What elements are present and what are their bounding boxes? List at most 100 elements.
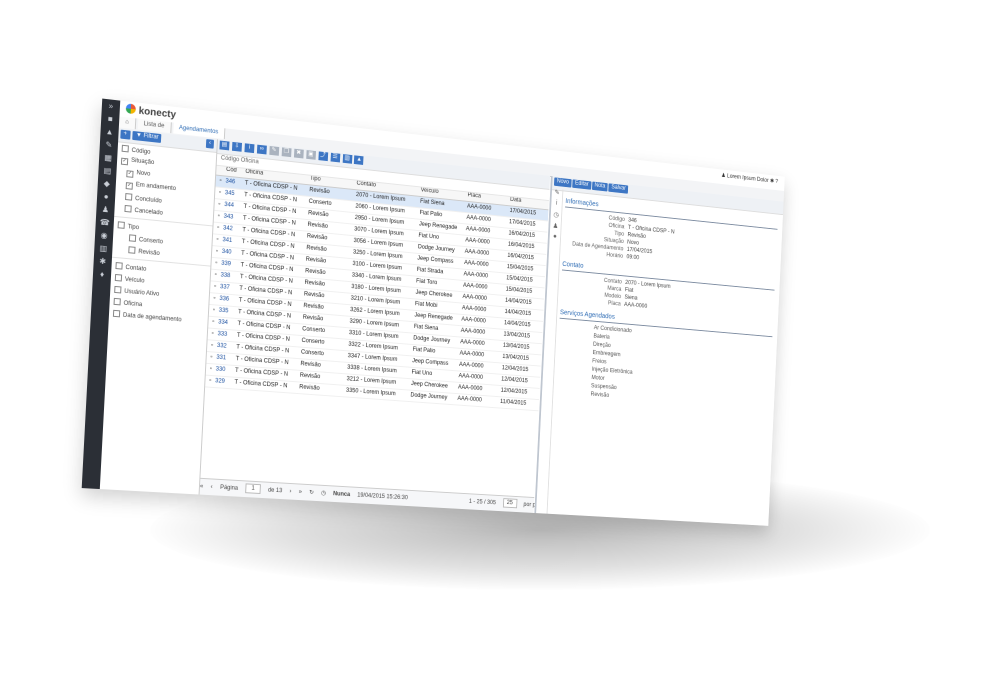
logo-icon — [125, 103, 137, 115]
pin-icon[interactable]: ♦ — [93, 267, 112, 282]
filter-item-label: Conserto — [138, 237, 164, 246]
table-cell: 338 — [220, 272, 231, 280]
row-checkbox[interactable]: ▫ — [210, 281, 220, 293]
grid-body: ▫ 346 T - Oficina CDSP - N Revisão2070 - Lo… — [205, 175, 549, 412]
checkbox[interactable] — [114, 285, 122, 294]
collapse-panel-button[interactable]: ‹ — [205, 139, 215, 149]
detail-panel: Novo Editar Nota Salvar ✎ i ◷ ♟ ● Informaçõ… — [534, 176, 784, 526]
export-icon[interactable]: ⇩ — [231, 141, 242, 152]
print-icon[interactable]: ▣ — [305, 150, 316, 160]
prev-page-button[interactable]: ‹ — [210, 484, 212, 490]
filter-item-label: Em andamento — [135, 182, 177, 193]
row-checkbox[interactable]: ▫ — [212, 234, 222, 246]
field-value: 09:00 — [626, 254, 640, 262]
next-page-button[interactable]: › — [289, 489, 291, 495]
table-cell: 341 — [222, 237, 233, 244]
home-tab-icon[interactable]: ⌂ — [118, 116, 136, 130]
checkbox[interactable] — [117, 221, 125, 229]
per-page-select[interactable]: 25 — [502, 498, 518, 509]
row-checkbox[interactable]: ▫ — [216, 176, 226, 188]
table-cell: 333 — [217, 331, 228, 338]
detail-toolbar-button[interactable]: Novo — [553, 177, 572, 188]
checkbox[interactable]: ✓ — [120, 157, 129, 166]
detail-toolbar-button[interactable]: Salvar — [608, 183, 629, 194]
row-checkbox[interactable]: ▫ — [213, 223, 223, 235]
comment-icon[interactable]: ● — [549, 233, 560, 245]
page-input[interactable]: 1 — [245, 483, 261, 495]
detail-toolbar-button[interactable]: Editar — [572, 179, 592, 190]
table-cell: 337 — [219, 284, 230, 291]
filter-list: Código ✓ Situação ✓ Novo ✓ Em andamento Concluí… — [109, 142, 217, 327]
delete-icon[interactable]: ✖ — [293, 148, 304, 159]
row-checkbox[interactable]: ▫ — [207, 340, 217, 352]
table-cell: 11/04/2015 — [499, 399, 527, 407]
auto-refresh-select[interactable]: Nunca — [333, 491, 350, 498]
edit-icon[interactable]: ✎ — [269, 146, 280, 156]
checkbox[interactable] — [113, 297, 121, 306]
first-page-button[interactable]: « — [200, 484, 204, 490]
row-checkbox[interactable]: ▫ — [206, 364, 216, 376]
add-button[interactable]: + — [120, 129, 131, 140]
records-grid: ▤ ⇩ i ∞ ✎ ❐ ✖ ▣ ⤴ ☰ ▥ ▲ Código Oficina C… — [199, 139, 551, 513]
checkbox[interactable] — [125, 193, 133, 201]
columns-icon[interactable]: ▥ — [342, 154, 352, 164]
checkbox[interactable] — [128, 246, 136, 254]
checkbox[interactable]: ✓ — [126, 170, 134, 178]
link-icon[interactable]: ∞ — [256, 144, 267, 155]
column-header[interactable]: Cód — [226, 167, 246, 175]
filter-item-label: Tipo — [127, 224, 140, 232]
row-checkbox[interactable]: ▫ — [209, 293, 219, 305]
chart-view-icon[interactable]: ▲ — [354, 155, 364, 166]
row-checkbox[interactable]: ▫ — [214, 211, 224, 223]
filter-panel: + ▼ Filtrar ‹ Código ✓ Situação ✓ Novo ✓ Em an… — [99, 128, 218, 495]
checkbox[interactable] — [115, 262, 123, 270]
list-view-icon[interactable]: ▤ — [219, 140, 230, 151]
row-checkbox[interactable]: ▫ — [206, 352, 216, 364]
info-icon[interactable]: i — [244, 143, 255, 154]
table-cell: Revisão — [299, 384, 320, 392]
funnel-icon: ▼ — [135, 132, 142, 139]
user-icon: ♟ — [721, 173, 726, 179]
table-cell: 332 — [216, 342, 227, 350]
share-icon[interactable]: ⤴ — [318, 151, 328, 162]
checkbox[interactable] — [112, 309, 121, 318]
row-checkbox[interactable]: ▫ — [211, 258, 221, 270]
row-checkbox[interactable]: ▫ — [205, 376, 215, 388]
group-icon[interactable]: ☰ — [330, 152, 340, 163]
table-cell: 335 — [218, 307, 229, 315]
row-checkbox[interactable]: ▫ — [208, 328, 218, 340]
app-window: » ■ ▲ ✎ ▦ ▤ ◆ ● ♟ ☎ ◉ ▥ ✱ ♦ konecty ♟ Lo… — [81, 98, 785, 526]
table-cell: 340 — [221, 248, 232, 256]
help-icon[interactable]: ? — [775, 179, 778, 185]
settings-icon[interactable]: ✱ — [770, 179, 774, 185]
row-checkbox[interactable]: ▫ — [211, 270, 221, 282]
page-label: Página — [219, 484, 239, 492]
table-cell: 339 — [221, 260, 232, 268]
row-checkbox[interactable]: ▫ — [212, 246, 222, 258]
refresh-icon[interactable]: ↻ — [309, 490, 314, 496]
filter-button[interactable]: ▼ Filtrar — [132, 130, 162, 144]
column-header[interactable] — [217, 166, 227, 167]
row-checkbox[interactable]: ▫ — [209, 305, 219, 317]
table-cell: 343 — [223, 213, 234, 221]
row-checkbox[interactable]: ▫ — [208, 317, 218, 329]
filter-item-label: Data de agendamento — [122, 312, 182, 324]
user-menu[interactable]: ♟ Lorem Ipsum Dolor ✱ ? — [721, 172, 778, 185]
table-cell: 345 — [224, 190, 235, 198]
detail-toolbar-button[interactable]: Nota — [591, 181, 609, 192]
field-value: Fiat — [624, 287, 634, 294]
row-checkbox[interactable]: ▫ — [214, 199, 224, 211]
checkbox[interactable] — [114, 273, 123, 282]
filter-item-label: Código — [131, 147, 151, 156]
last-updated: 19/04/2015 15:26:30 — [357, 492, 408, 502]
checkbox[interactable] — [124, 204, 132, 213]
record-range: 1 - 25 / 305 — [468, 498, 496, 507]
table-cell: Dodge Journey — [410, 392, 448, 401]
copy-icon[interactable]: ❐ — [281, 147, 292, 158]
last-page-button[interactable]: » — [299, 489, 302, 495]
checkbox[interactable] — [128, 234, 137, 242]
filter-item-label: Oficina — [123, 300, 143, 309]
row-checkbox[interactable]: ▫ — [215, 187, 225, 199]
checkbox[interactable] — [121, 144, 129, 153]
checkbox[interactable]: ✓ — [125, 182, 133, 190]
